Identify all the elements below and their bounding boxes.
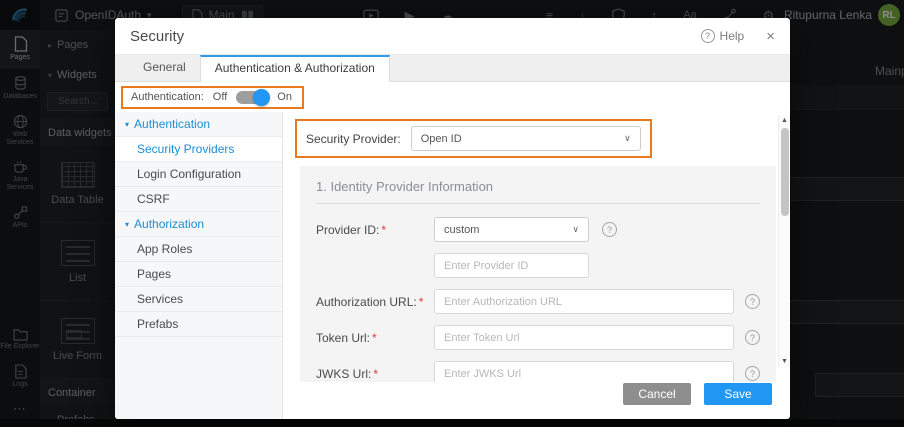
toggle-off-label: Off	[212, 91, 228, 103]
tab-authentication-authorization[interactable]: Authentication & Authorization	[199, 55, 390, 82]
help-icon[interactable]: ?	[745, 294, 760, 309]
help-icon[interactable]: ?	[602, 222, 617, 237]
nav-item-pages[interactable]: Pages	[115, 262, 282, 287]
provider-id-input-row	[316, 253, 760, 278]
content-scrollbar[interactable]: ▲ ▼	[778, 115, 790, 367]
help-button[interactable]: ? Help	[700, 29, 745, 43]
nav-item-prefabs[interactable]: Prefabs	[115, 312, 282, 337]
help-label: Help	[719, 29, 745, 43]
help-icon[interactable]: ?	[745, 330, 760, 345]
security-nav: ▾ Authentication Security Providers Logi…	[115, 112, 283, 419]
nav-group-authentication[interactable]: ▾ Authentication	[115, 112, 282, 137]
field-label: Token Url: *	[316, 330, 377, 345]
security-provider-row: Security Provider: Open ID ∨	[283, 112, 777, 164]
nav-item-services[interactable]: Services	[115, 287, 282, 312]
nav-item-security-providers[interactable]: Security Providers	[115, 137, 282, 162]
required-asterisk: *	[373, 366, 379, 381]
nav-item-login-configuration[interactable]: Login Configuration	[115, 162, 282, 187]
authorization-url-row: Authorization URL:* ?	[316, 289, 760, 314]
save-button[interactable]: Save	[704, 383, 772, 405]
toggle-on-label: On	[277, 91, 292, 103]
nav-label: Authorization	[134, 217, 205, 231]
provider-id-select[interactable]: custom ∨	[434, 217, 589, 242]
authorization-url-input[interactable]	[434, 289, 734, 314]
required-asterisk: *	[381, 222, 387, 237]
chevron-down-icon: ∨	[572, 224, 579, 234]
nav-item-app-roles[interactable]: App Roles	[115, 237, 282, 262]
authentication-toggle[interactable]	[236, 88, 271, 106]
authentication-toggle-highlight: Authentication: Off On	[121, 85, 304, 109]
help-icon[interactable]: ?	[745, 366, 760, 381]
provider-id-value: custom	[444, 223, 480, 236]
field-label: JWKS Url: *	[316, 366, 379, 381]
required-asterisk: *	[372, 330, 377, 345]
security-content: Security Provider: Open ID ∨ 1. Identity…	[283, 112, 790, 419]
tab-general[interactable]: General	[129, 54, 200, 81]
help-icon: ?	[700, 29, 715, 43]
field-label: Provider ID: *	[316, 222, 387, 237]
provider-id-input[interactable]	[434, 253, 589, 278]
nav-label: Authentication	[134, 117, 211, 131]
security-provider-value: Open ID	[420, 132, 462, 145]
chevron-down-icon: ∨	[624, 133, 631, 143]
security-provider-select[interactable]: Open ID ∨	[410, 126, 641, 151]
authentication-label: Authentication:	[131, 91, 204, 103]
section-title: 1. Identity Provider Information	[316, 179, 760, 204]
dialog-tabs: General Authentication & Authorization	[115, 55, 790, 82]
dialog-header: Security ? Help ×	[115, 18, 790, 55]
scroll-up-icon[interactable]: ▲	[781, 115, 788, 126]
identity-provider-section: 1. Identity Provider Information Provide…	[300, 166, 776, 382]
close-icon[interactable]: ×	[766, 29, 775, 44]
caret-down-icon: ▾	[125, 119, 130, 129]
nav-group-authorization[interactable]: ▾ Authorization	[115, 212, 282, 237]
cancel-button[interactable]: Cancel	[623, 383, 691, 405]
scrollbar-thumb[interactable]	[780, 128, 789, 216]
authentication-row: Authentication: Off On	[115, 82, 790, 112]
dialog-body: ▾ Authentication Security Providers Logi…	[115, 112, 790, 419]
token-url-input[interactable]	[434, 325, 734, 350]
field-label: Authorization URL: *	[316, 294, 424, 309]
jwks-url-row: JWKS Url:* ?	[316, 361, 760, 382]
toggle-knob	[253, 88, 271, 106]
security-provider-highlight: Security Provider: Open ID ∨	[295, 119, 652, 158]
required-asterisk: *	[418, 294, 424, 309]
token-url-row: Token Url:* ?	[316, 325, 760, 350]
scroll-down-icon[interactable]: ▼	[781, 356, 788, 367]
security-provider-label: Security Provider:	[306, 131, 401, 146]
wavemaker-studio: OpenIDAuth ▾ Main ▶ ☁ ≡ ↓ ↑ Aa ⚙ Ritupur…	[0, 0, 904, 427]
provider-id-row: Provider ID: * custom ∨ ?	[316, 217, 760, 242]
nav-item-csrf[interactable]: CSRF	[115, 187, 282, 212]
security-dialog: Security ? Help × General Authentication…	[115, 18, 790, 419]
caret-down-icon: ▾	[125, 219, 130, 229]
dialog-title: Security	[130, 27, 185, 45]
scroll-area: Security Provider: Open ID ∨ 1. Identity…	[283, 112, 790, 382]
jwks-url-input[interactable]	[434, 361, 734, 382]
